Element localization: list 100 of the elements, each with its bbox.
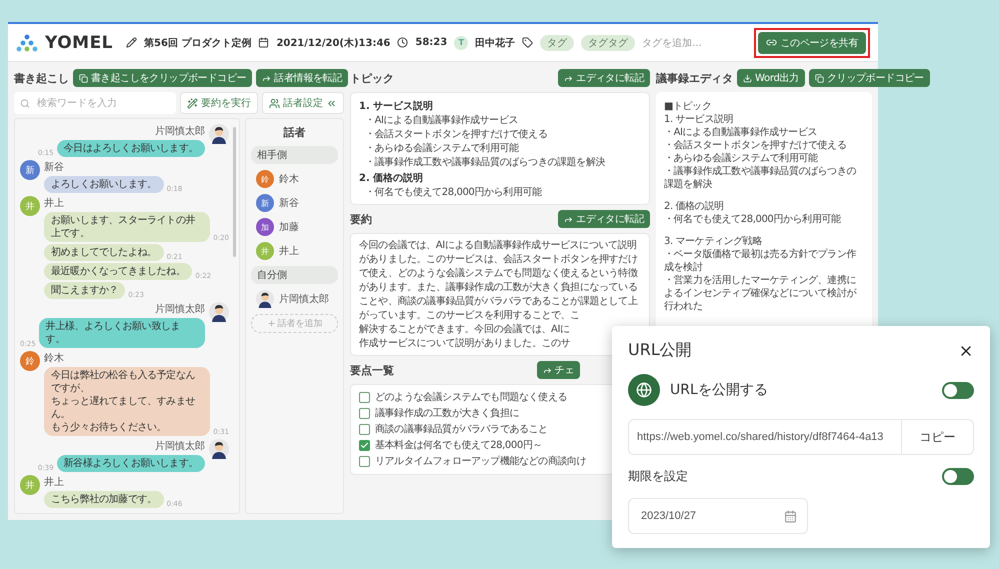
- publish-label: URLを公開する: [670, 381, 768, 399]
- summary-line: ことや、商談の議事録品質がバラバラであることが課題として上: [359, 295, 638, 308]
- calendar-icon: [784, 510, 797, 522]
- speaker-avatar: 新: [256, 194, 274, 212]
- plus-icon: [266, 319, 276, 328]
- speaker-name[interactable]: 鈴木: [279, 172, 299, 186]
- date-input[interactable]: 2023/10/27: [639, 509, 749, 523]
- speaker-name[interactable]: 井上: [279, 244, 299, 258]
- topic-heading: 1. サービス説明: [359, 100, 434, 113]
- chat-bubble: 最近暖かくなってきましたね。: [44, 263, 192, 280]
- editor-line: 2. 価格の説明: [664, 200, 725, 213]
- checkbox[interactable]: [359, 392, 370, 403]
- forward-icon: [542, 366, 552, 374]
- key-point-text: 議事録作成の工数が大きく負担に: [375, 407, 520, 420]
- globe-icon: [628, 374, 660, 406]
- section-title: 議事録エディタ: [656, 70, 733, 86]
- person-icon: [209, 302, 229, 322]
- copy-button[interactable]: コピー: [902, 419, 974, 455]
- clipboard-copy-button[interactable]: クリップボードコピー: [808, 69, 930, 87]
- editor-line: ・ベータ版価格で最初は売る方針でプラン作成を検討: [664, 248, 858, 274]
- check-button[interactable]: チェ: [536, 361, 580, 379]
- date-field[interactable]: 2023/10/27: [628, 498, 808, 534]
- editor-line: ・何名でも使えて28,000円から利用可能: [664, 213, 842, 226]
- copy-icon: [814, 74, 824, 82]
- logo-text: YOMEL: [45, 32, 114, 52]
- section-title: 書き起こし: [14, 70, 69, 86]
- editor-line: ・あらゆる会議システムで利用可能: [664, 152, 819, 165]
- download-icon: [743, 74, 752, 82]
- chat-bubble: 新谷様よろしくお願いします。: [56, 455, 205, 472]
- deadline-label: 期限を設定: [628, 468, 688, 485]
- key-point-text: リアルタイムフォローアップ機能などの商談向け: [375, 455, 586, 468]
- forward-icon: [564, 74, 574, 82]
- transfer-button[interactable]: エディタに転記: [558, 69, 650, 87]
- speaker-name: 片岡慎太郎: [155, 302, 205, 316]
- tag-chip[interactable]: タグ: [540, 34, 574, 50]
- panel-title: 話者: [282, 125, 306, 140]
- chat-bubble: 今日はよろしくお願いします。: [56, 140, 205, 157]
- chat-bubble: 井上様、よろしくお願い致します。: [38, 318, 205, 348]
- checkbox[interactable]: [359, 408, 370, 419]
- search-icon: [20, 98, 30, 108]
- group-label: 自分側: [251, 266, 338, 284]
- chat-bubble: 聞こえますか？: [44, 282, 126, 299]
- editor-line: ・営業力を活用したマーケティング、連携によるインセンティブ確保などについて検討が行われた: [664, 274, 858, 313]
- checkbox[interactable]: [359, 440, 370, 451]
- tag-chip[interactable]: タグタグ: [581, 34, 636, 50]
- summary-line: で使え、どのような会議システムでも問題なく使えるという特徴: [359, 267, 638, 280]
- bubble-line: ちょっと遅れてまして、すみません。: [51, 395, 196, 421]
- chat-bubble: こちら弊社の加藤です。: [44, 491, 164, 508]
- wand-icon: [187, 98, 198, 108]
- section-title: トピック: [350, 70, 394, 86]
- chat-bubble: よろしくお願いします。: [44, 176, 164, 193]
- add-tag-field[interactable]: タグを追加...: [642, 36, 702, 50]
- editor-line: ・議事録作成工数や議事録品質のばらつきの課題を解決: [664, 165, 858, 191]
- speaker-avatar: 井: [20, 475, 40, 495]
- meeting-duration: 58:23: [415, 37, 448, 48]
- speaker-name: 新谷: [44, 160, 64, 174]
- editor-line: 3. マーケティング戦略: [664, 235, 763, 248]
- editor-line: ・会話スタートボタンを押すだけで使える: [664, 139, 848, 152]
- search-field[interactable]: 検索ワードを入力: [14, 92, 176, 114]
- transfer-button[interactable]: エディタに転記: [558, 210, 650, 228]
- owner-name: 田中花子: [475, 36, 516, 50]
- transfer-speakers-button[interactable]: 話者情報を転記: [256, 69, 348, 87]
- topic-bullet: ・あらゆる会議システムで利用可能: [364, 142, 520, 155]
- topic-bullet: ・会話スタートボタンを押すだけで使える: [364, 128, 548, 141]
- editor-line: 1. サービス説明: [664, 113, 734, 126]
- speaker-name[interactable]: 片岡慎太郎: [279, 292, 329, 306]
- link-icon: [766, 37, 778, 48]
- bubble-line: 今日は弊社の松谷も入る予定なんですが、: [51, 369, 196, 395]
- pencil-icon: [126, 37, 138, 48]
- summary-line: があります。また、議事録作成の工数が大きく負担になっている: [359, 281, 638, 294]
- person-icon: [256, 290, 274, 308]
- forward-icon: [262, 74, 272, 82]
- speaker-avatar: 新: [20, 160, 40, 180]
- section-title: 要約: [350, 212, 372, 226]
- checkbox[interactable]: [359, 424, 370, 435]
- speaker-name: 片岡慎太郎: [155, 124, 205, 138]
- speaker-name: 鈴木: [44, 352, 64, 365]
- word-export-button[interactable]: Word出力: [737, 69, 805, 87]
- speaker-settings-button[interactable]: 話者設定: [262, 92, 344, 114]
- editor-line: ■トピック: [664, 100, 712, 113]
- key-point-text: 商談の議事録品質がバラバラであること: [375, 423, 548, 436]
- share-button[interactable]: このページを共有: [758, 32, 866, 54]
- speaker-name[interactable]: 加藤: [279, 220, 299, 234]
- deadline-toggle[interactable]: [942, 468, 974, 485]
- copy-transcript-button[interactable]: 書き起こしをクリップボードコピー: [73, 69, 252, 87]
- summary-line: 解決することができます。今回の会議では、AIに: [359, 323, 571, 336]
- url-input[interactable]: https://web.yomel.co/shared/history/df8f7464-4a13: [629, 420, 901, 454]
- copy-icon: [79, 74, 88, 82]
- checkbox[interactable]: [359, 456, 370, 467]
- group-label: 相手側: [251, 146, 338, 164]
- summarize-button[interactable]: 要約を実行: [180, 92, 258, 114]
- dialog-title: URL公開: [628, 340, 692, 361]
- owner-avatar: T: [454, 36, 468, 50]
- key-point-text: どのような会議システムでも問題なく使える: [375, 391, 568, 404]
- people-icon: [269, 98, 280, 108]
- speaker-name[interactable]: 新谷: [279, 196, 299, 210]
- summary-line: 今回の会議では、AIによる自動議事録作成サービスについて説明: [359, 239, 638, 252]
- speaker-avatar: 井: [20, 196, 40, 216]
- search-input[interactable]: 検索ワードを入力: [34, 96, 170, 110]
- publish-toggle[interactable]: [942, 382, 974, 398]
